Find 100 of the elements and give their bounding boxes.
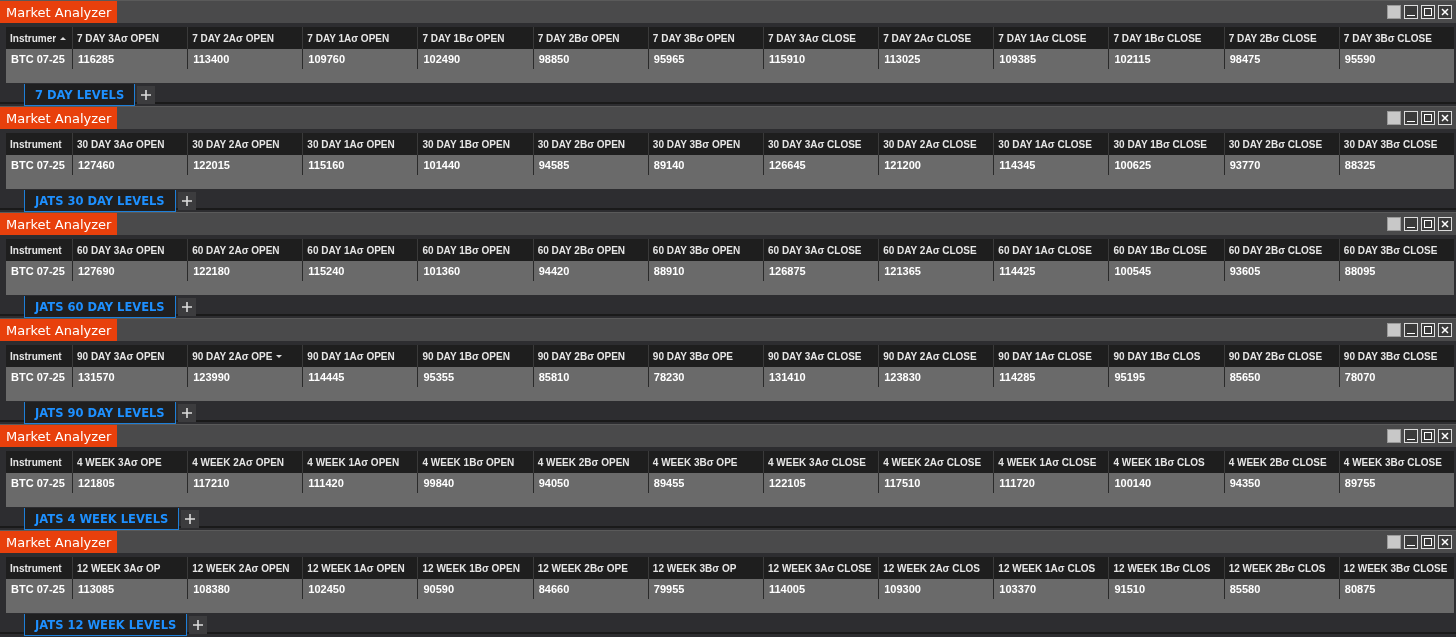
column-header[interactable]: 30 DAY 2Aσ OPEN xyxy=(187,133,303,155)
column-header[interactable]: 7 DAY 1Aσ OPEN xyxy=(302,27,418,49)
column-header[interactable]: 12 WEEK 2Aσ OPEN xyxy=(187,557,303,579)
column-header[interactable]: Instrument xyxy=(6,557,72,579)
column-header[interactable]: 30 DAY 3Bσ OPEN xyxy=(647,133,763,155)
column-header[interactable]: 30 DAY 1Aσ CLOSE xyxy=(993,133,1109,155)
minimize-icon[interactable] xyxy=(1404,111,1418,125)
column-header[interactable]: 4 WEEK 2Aσ CLOSE xyxy=(878,451,994,473)
column-header[interactable]: 7 DAY 2Bσ OPEN xyxy=(532,27,648,49)
maximize-icon[interactable] xyxy=(1421,217,1435,231)
column-header[interactable]: 12 WEEK 1Aσ OPEN xyxy=(302,557,418,579)
column-header[interactable]: Instrument xyxy=(6,133,72,155)
column-header[interactable]: 60 DAY 3Aσ CLOSE xyxy=(763,239,879,261)
maximize-icon[interactable] xyxy=(1421,535,1435,549)
column-header[interactable]: 30 DAY 2Bσ CLOSE xyxy=(1223,133,1339,155)
tab[interactable]: 7 DAY LEVELS xyxy=(24,84,136,106)
column-header[interactable]: 60 DAY 2Bσ OPEN xyxy=(532,239,648,261)
add-tab-button[interactable] xyxy=(189,616,208,634)
column-header[interactable]: 4 WEEK 2Bσ CLOSE xyxy=(1223,451,1339,473)
column-header[interactable]: 12 WEEK 2Aσ CLOS xyxy=(878,557,994,579)
close-icon[interactable] xyxy=(1438,5,1452,19)
column-header[interactable]: 60 DAY 1Aσ CLOSE xyxy=(993,239,1109,261)
column-header[interactable]: 12 WEEK 3Aσ OP xyxy=(72,557,188,579)
close-icon[interactable] xyxy=(1438,429,1452,443)
column-header[interactable]: 90 DAY 3Bσ CLOSE xyxy=(1338,345,1454,367)
column-header[interactable]: 7 DAY 2Bσ CLOSE xyxy=(1223,27,1339,49)
column-header[interactable]: 60 DAY 1Bσ OPEN xyxy=(417,239,533,261)
column-header[interactable]: 90 DAY 3Aσ CLOSE xyxy=(763,345,879,367)
column-header[interactable]: 12 WEEK 2Bσ CLOS xyxy=(1223,557,1339,579)
column-header[interactable]: 90 DAY 2Aσ OPE xyxy=(187,345,303,367)
column-header[interactable]: 30 DAY 3Bσ CLOSE xyxy=(1338,133,1454,155)
maximize-icon[interactable] xyxy=(1421,323,1435,337)
tab[interactable]: JATS 4 WEEK LEVELS xyxy=(24,508,180,530)
column-header[interactable]: 90 DAY 2Bσ OPEN xyxy=(532,345,648,367)
add-tab-button[interactable] xyxy=(177,404,196,422)
tab[interactable]: JATS 60 DAY LEVELS xyxy=(24,296,176,318)
close-icon[interactable] xyxy=(1438,217,1452,231)
column-header[interactable]: 12 WEEK 1Aσ CLOS xyxy=(993,557,1109,579)
column-header[interactable]: 60 DAY 3Bσ OPEN xyxy=(647,239,763,261)
column-header[interactable]: 30 DAY 1Bσ CLOSE xyxy=(1108,133,1224,155)
column-header[interactable]: 60 DAY 1Bσ CLOSE xyxy=(1108,239,1224,261)
column-header[interactable]: 90 DAY 1Aσ OPEN xyxy=(302,345,418,367)
column-header[interactable]: Instrument xyxy=(6,451,72,473)
column-header[interactable]: 90 DAY 2Aσ CLOSE xyxy=(878,345,994,367)
column-header[interactable]: 60 DAY 3Bσ CLOSE xyxy=(1338,239,1454,261)
tab[interactable]: JATS 90 DAY LEVELS xyxy=(24,402,176,424)
minimize-icon[interactable] xyxy=(1404,535,1418,549)
column-header[interactable]: 90 DAY 1Aσ CLOSE xyxy=(993,345,1109,367)
column-header[interactable]: 60 DAY 2Bσ CLOSE xyxy=(1223,239,1339,261)
column-header[interactable]: 30 DAY 3Aσ CLOSE xyxy=(763,133,879,155)
column-header[interactable]: 4 WEEK 3Aσ OPE xyxy=(72,451,188,473)
column-header[interactable]: 60 DAY 3Aσ OPEN xyxy=(72,239,188,261)
column-header[interactable]: 90 DAY 3Bσ OPE xyxy=(647,345,763,367)
column-header[interactable]: 12 WEEK 3Bσ OP xyxy=(647,557,763,579)
column-header[interactable]: 30 DAY 2Bσ OPEN xyxy=(532,133,648,155)
column-header[interactable]: 4 WEEK 1Bσ OPEN xyxy=(417,451,533,473)
column-header[interactable]: 7 DAY 2Aσ CLOSE xyxy=(878,27,994,49)
column-header[interactable]: 7 DAY 3Bσ CLOSE xyxy=(1338,27,1454,49)
minimize-icon[interactable] xyxy=(1404,323,1418,337)
column-header[interactable]: 7 DAY 3Aσ CLOSE xyxy=(763,27,879,49)
minimize-icon[interactable] xyxy=(1404,429,1418,443)
tab[interactable]: JATS 30 DAY LEVELS xyxy=(24,190,176,212)
column-header[interactable]: 60 DAY 2Aσ CLOSE xyxy=(878,239,994,261)
close-icon[interactable] xyxy=(1438,535,1452,549)
column-header[interactable]: Instrument xyxy=(6,239,72,261)
column-header[interactable]: 4 WEEK 1Aσ CLOSE xyxy=(993,451,1109,473)
minimize-icon[interactable] xyxy=(1404,217,1418,231)
column-header[interactable]: 12 WEEK 3Aσ CLOSE xyxy=(763,557,879,579)
maximize-icon[interactable] xyxy=(1421,429,1435,443)
tab[interactable]: JATS 12 WEEK LEVELS xyxy=(24,614,188,636)
column-header[interactable]: 4 WEEK 3Aσ CLOSE xyxy=(763,451,879,473)
column-header[interactable]: 90 DAY 1Bσ OPEN xyxy=(417,345,533,367)
column-header[interactable]: 7 DAY 1Bσ OPEN xyxy=(417,27,533,49)
column-header[interactable]: 30 DAY 2Aσ CLOSE xyxy=(878,133,994,155)
column-header[interactable]: Instrumer xyxy=(6,27,72,49)
minimize-icon[interactable] xyxy=(1404,5,1418,19)
column-header[interactable]: 7 DAY 3Aσ OPEN xyxy=(72,27,188,49)
column-header[interactable]: 90 DAY 3Aσ OPEN xyxy=(72,345,188,367)
column-header[interactable]: 30 DAY 1Aσ OPEN xyxy=(302,133,418,155)
maximize-icon[interactable] xyxy=(1421,5,1435,19)
column-header[interactable]: 12 WEEK 1Bσ CLOS xyxy=(1108,557,1224,579)
column-header[interactable]: 4 WEEK 2Bσ OPEN xyxy=(532,451,648,473)
column-header[interactable]: 30 DAY 1Bσ OPEN xyxy=(417,133,533,155)
column-header[interactable]: 7 DAY 2Aσ OPEN xyxy=(187,27,303,49)
add-tab-button[interactable] xyxy=(137,86,156,104)
add-tab-button[interactable] xyxy=(177,298,196,316)
column-header[interactable]: 30 DAY 3Aσ OPEN xyxy=(72,133,188,155)
maximize-icon[interactable] xyxy=(1421,111,1435,125)
close-icon[interactable] xyxy=(1438,111,1452,125)
add-tab-button[interactable] xyxy=(177,192,196,210)
column-header[interactable]: Instrument xyxy=(6,345,72,367)
column-header[interactable]: 4 WEEK 3Bσ CLOSE xyxy=(1338,451,1454,473)
column-header[interactable]: 7 DAY 1Aσ CLOSE xyxy=(993,27,1109,49)
column-header[interactable]: 90 DAY 2Bσ CLOSE xyxy=(1223,345,1339,367)
column-header[interactable]: 4 WEEK 1Aσ OPEN xyxy=(302,451,418,473)
column-header[interactable]: 4 WEEK 2Aσ OPEN xyxy=(187,451,303,473)
column-header[interactable]: 7 DAY 1Bσ CLOSE xyxy=(1108,27,1224,49)
column-header[interactable]: 4 WEEK 1Bσ CLOS xyxy=(1108,451,1224,473)
column-header[interactable]: 12 WEEK 3Bσ CLOSE xyxy=(1338,557,1454,579)
close-icon[interactable] xyxy=(1438,323,1452,337)
